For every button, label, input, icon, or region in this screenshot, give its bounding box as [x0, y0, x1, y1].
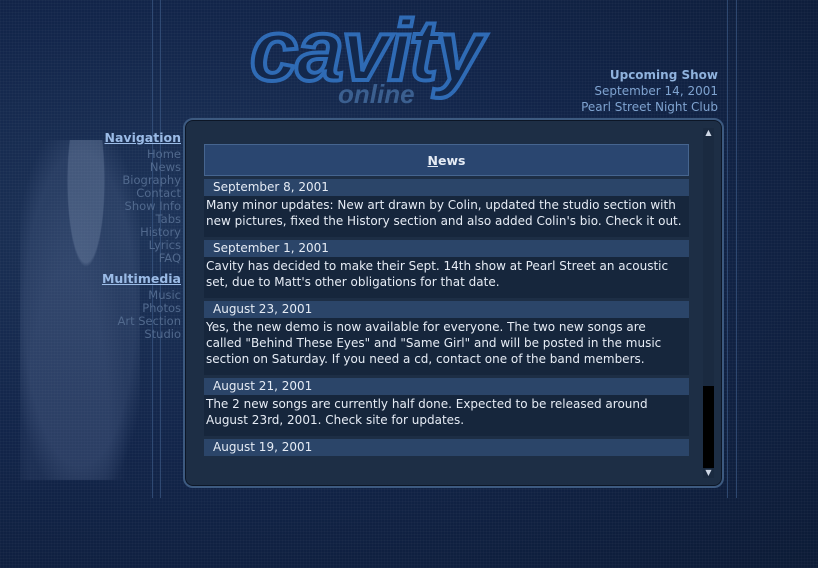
- news-scrollbar[interactable]: ▲ ▼: [703, 128, 714, 478]
- news-body: Cavity has decided to make their Sept. 1…: [204, 257, 689, 298]
- multimedia-menu: Multimedia Music Photos Art Section Stud…: [96, 271, 181, 341]
- news-body: Many minor updates: New art drawn by Col…: [204, 196, 689, 237]
- news-date: September 1, 2001: [204, 240, 689, 257]
- upcoming-show-date: September 14, 2001: [594, 84, 718, 98]
- scrollbar-thumb[interactable]: [703, 386, 714, 468]
- news-entry: September 1, 2001 Cavity has decided to …: [204, 240, 689, 298]
- decorative-line: [736, 0, 737, 498]
- navigation-heading[interactable]: Navigation: [96, 130, 181, 145]
- multimedia-heading[interactable]: Multimedia: [96, 271, 181, 286]
- news-entry: August 23, 2001 Yes, the new demo is now…: [204, 301, 689, 375]
- news-heading: News: [204, 144, 689, 176]
- news-date: August 23, 2001: [204, 301, 689, 318]
- news-entry: September 8, 2001 Many minor updates: Ne…: [204, 179, 689, 237]
- news-body: Yes, the new demo is now available for e…: [204, 318, 689, 375]
- scroll-down-arrow-icon[interactable]: ▼: [703, 468, 714, 478]
- news-scroll-area[interactable]: News September 8, 2001 Many minor update…: [204, 144, 689, 480]
- news-body: The 2 new songs are currently half done.…: [204, 395, 689, 436]
- news-entry: August 21, 2001 The 2 new songs are curr…: [204, 378, 689, 436]
- site-logo[interactable]: cavity online: [246, 1, 506, 109]
- news-panel: News September 8, 2001 Many minor update…: [183, 118, 724, 488]
- navigation-menu: Navigation Home News Biography Contact S…: [96, 130, 181, 265]
- logo-sub-text: online: [338, 79, 415, 106]
- news-date: August 21, 2001: [204, 378, 689, 395]
- nav-item-faq[interactable]: FAQ: [96, 252, 181, 265]
- decorative-line: [727, 0, 728, 498]
- nav-item-studio[interactable]: Studio: [96, 328, 181, 341]
- scroll-up-arrow-icon[interactable]: ▲: [703, 128, 714, 138]
- upcoming-show-title: Upcoming Show: [609, 68, 718, 82]
- news-entry: August 19, 2001: [204, 439, 689, 456]
- news-heading-rest: ews: [438, 153, 466, 168]
- news-date: August 19, 2001: [204, 439, 689, 456]
- news-heading-initial: N: [427, 153, 438, 168]
- news-date: September 8, 2001: [204, 179, 689, 196]
- upcoming-show-venue: Pearl Street Night Club: [581, 100, 718, 114]
- upcoming-show: Upcoming Show September 14, 2001 Pearl S…: [581, 67, 718, 115]
